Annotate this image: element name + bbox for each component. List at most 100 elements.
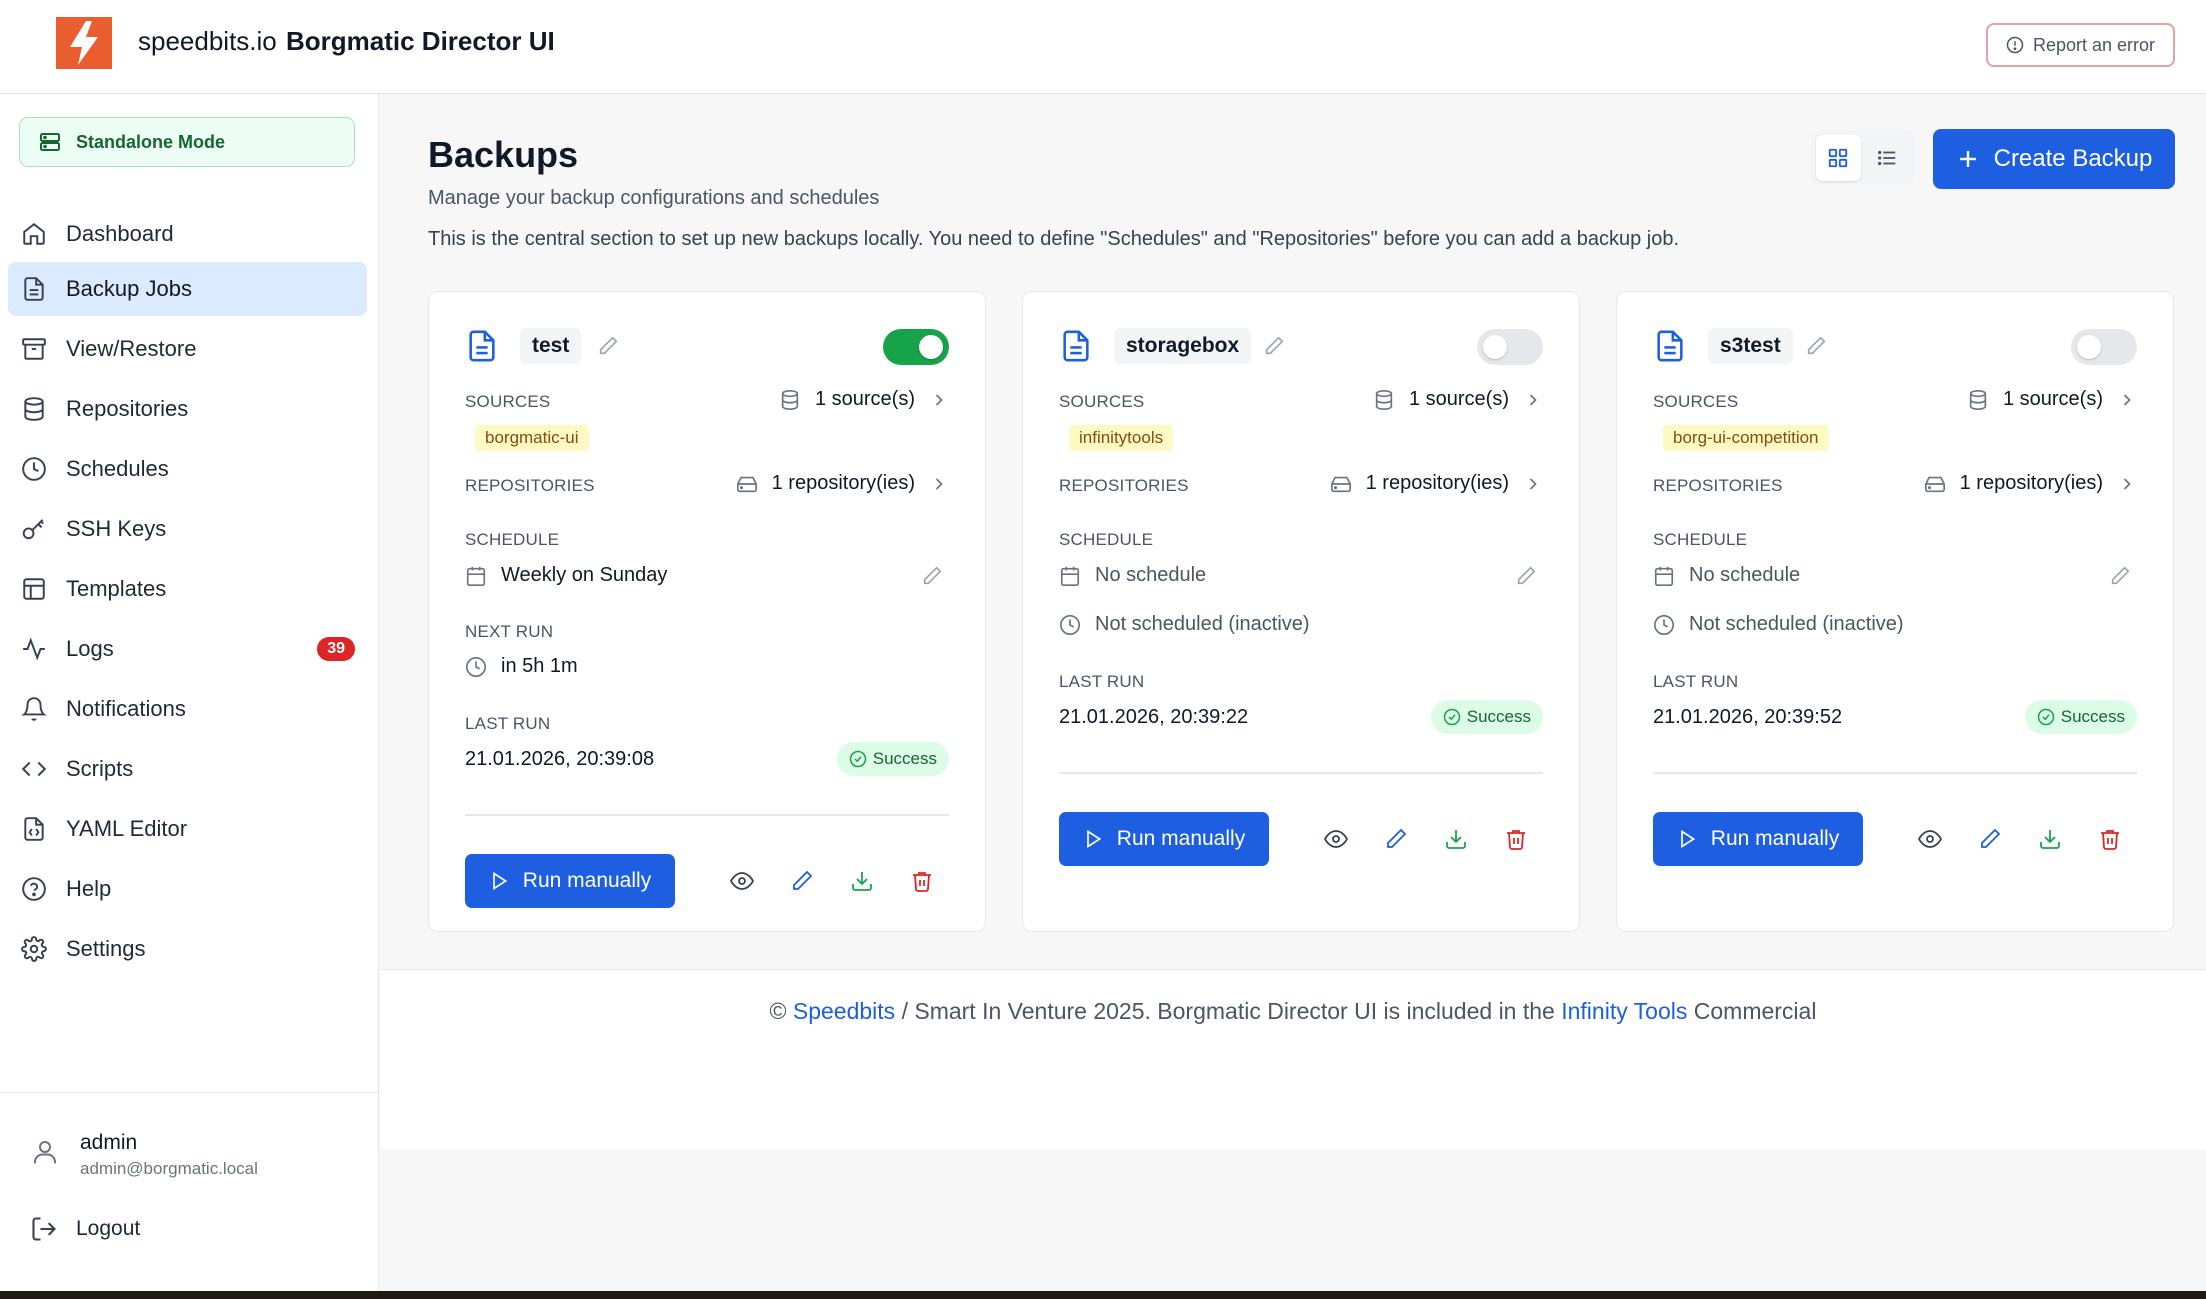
view-eye-icon[interactable] (1321, 824, 1351, 854)
sidebar-item-templates[interactable]: Templates (8, 562, 367, 616)
status-text: Success (872, 749, 937, 768)
speedbits-logo-icon[interactable] (56, 17, 112, 69)
sidebar-item-ssh-keys[interactable]: SSH Keys (8, 502, 367, 556)
hard-drive-icon (1330, 473, 1352, 495)
sidebar-item-repositories[interactable]: Repositories (8, 382, 367, 436)
download-icon[interactable] (2035, 824, 2065, 854)
sidebar-item-help[interactable]: Help (8, 862, 367, 916)
next-run-label: NEXT RUN (465, 622, 554, 641)
delete-trash-icon[interactable] (1501, 824, 1531, 854)
activity-icon (20, 635, 48, 663)
list-view-button[interactable] (1865, 135, 1910, 181)
home-icon (20, 220, 48, 248)
repositories-count-link[interactable]: 1 repository(ies) (1924, 472, 2137, 495)
grid-view-button[interactable] (1816, 135, 1861, 181)
status-text: Success (1466, 707, 1531, 726)
check-circle-icon (849, 750, 867, 768)
sidebar-item-scripts[interactable]: Scripts (8, 742, 367, 796)
last-run-timestamp: 21.01.2026, 20:39:52 (1653, 706, 1843, 728)
job-name[interactable]: test (520, 328, 582, 364)
sources-count-link[interactable]: 1 source(s) (779, 388, 949, 411)
sidebar: Standalone Mode Dashboard Backup Jobs Vi… (0, 94, 379, 1299)
database-icon (1967, 389, 1989, 411)
job-enabled-toggle[interactable] (1477, 329, 1543, 365)
schedule-label: SCHEDULE (465, 530, 560, 549)
database-icon (20, 395, 48, 423)
infinity-tools-link[interactable]: Infinity Tools (1561, 998, 1687, 1024)
source-tag: borgmatic-ui (475, 425, 589, 451)
sources-label: SOURCES (465, 392, 551, 411)
delete-trash-icon[interactable] (907, 866, 937, 896)
edit-pencil-icon[interactable] (1381, 824, 1411, 854)
next-run-value: in 5h 1m (465, 655, 949, 678)
user-icon (30, 1137, 60, 1167)
edit-schedule-pencil-icon[interactable] (2109, 565, 2131, 587)
sidebar-item-label: Scripts (66, 756, 134, 781)
job-name[interactable]: s3test (1708, 328, 1793, 364)
brand-name[interactable]: speedbits.io (138, 26, 277, 57)
mode-label: Standalone Mode (76, 131, 226, 152)
sources-count-link[interactable]: 1 source(s) (1373, 388, 1543, 411)
sidebar-item-backup-jobs[interactable]: Backup Jobs (8, 262, 367, 316)
hard-drive-icon (736, 473, 758, 495)
report-error-button[interactable]: Report an error (1986, 23, 2175, 67)
job-name[interactable]: storagebox (1114, 328, 1252, 364)
card-divider (1059, 772, 1543, 774)
sidebar-item-settings[interactable]: Settings (8, 922, 367, 976)
key-icon (20, 515, 48, 543)
job-enabled-toggle[interactable] (883, 329, 949, 365)
page-subtitle: Manage your backup configurations and sc… (428, 187, 880, 209)
next-run-text: in 5h 1m (501, 655, 578, 677)
edit-pencil-icon[interactable] (1975, 824, 2005, 854)
calendar-icon (1653, 565, 1675, 587)
edit-name-pencil-icon[interactable] (597, 335, 619, 357)
logout-button[interactable]: Logout (30, 1215, 140, 1243)
create-backup-button[interactable]: Create Backup (1933, 129, 2175, 189)
edit-name-pencil-icon[interactable] (1805, 335, 1827, 357)
repositories-label: REPOSITORIES (465, 476, 595, 495)
sidebar-item-label: Repositories (66, 396, 189, 421)
sidebar-item-label: Logs (66, 636, 114, 661)
calendar-icon (1059, 565, 1081, 587)
download-icon[interactable] (1441, 824, 1471, 854)
download-icon[interactable] (847, 866, 877, 896)
sidebar-item-schedules[interactable]: Schedules (8, 442, 367, 496)
edit-pencil-icon[interactable] (787, 866, 817, 896)
repositories-count-link[interactable]: 1 repository(ies) (736, 472, 949, 495)
alert-circle-icon (2006, 36, 2024, 54)
user-email: admin@borgmatic.local (80, 1159, 258, 1178)
backup-card-storagebox: storagebox SOURCES 1 source(s) infinityt… (1022, 291, 1580, 932)
run-manually-button[interactable]: Run manually (465, 854, 675, 908)
repositories-count-link[interactable]: 1 repository(ies) (1330, 472, 1543, 495)
logout-label: Logout (76, 1217, 141, 1240)
check-circle-icon (1443, 708, 1461, 726)
last-run-label: LAST RUN (1059, 672, 1145, 691)
delete-trash-icon[interactable] (2095, 824, 2125, 854)
schedule-value: No schedule (1653, 564, 2137, 587)
edit-schedule-pencil-icon[interactable] (921, 565, 943, 587)
sidebar-item-logs[interactable]: Logs 39 (8, 622, 367, 676)
view-eye-icon[interactable] (1915, 824, 1945, 854)
sidebar-item-label: YAML Editor (66, 816, 188, 841)
sidebar-item-label: Schedules (66, 456, 169, 481)
sidebar-item-yaml-editor[interactable]: YAML Editor (8, 802, 367, 856)
source-tag: infinitytools (1069, 425, 1174, 451)
sidebar-item-dashboard[interactable]: Dashboard (8, 207, 367, 261)
sidebar-item-label: Backup Jobs (66, 276, 192, 301)
repositories-count: 1 repository(ies) (1365, 472, 1509, 494)
edit-schedule-pencil-icon[interactable] (1515, 565, 1537, 587)
sidebar-item-view-restore[interactable]: View/Restore (8, 322, 367, 376)
status-badge: Success (836, 742, 949, 776)
edit-name-pencil-icon[interactable] (1263, 335, 1285, 357)
play-icon (1677, 829, 1697, 849)
run-manually-button[interactable]: Run manually (1059, 812, 1269, 866)
source-tag: borg-ui-competition (1663, 425, 1829, 451)
run-manually-label: Run manually (1116, 827, 1246, 850)
sidebar-item-notifications[interactable]: Notifications (8, 682, 367, 736)
view-eye-icon[interactable] (727, 866, 757, 896)
job-enabled-toggle[interactable] (2071, 329, 2137, 365)
view-toggle (1811, 130, 1914, 186)
run-manually-button[interactable]: Run manually (1653, 812, 1863, 866)
sources-count-link[interactable]: 1 source(s) (1967, 388, 2137, 411)
speedbits-link[interactable]: Speedbits (793, 998, 895, 1024)
